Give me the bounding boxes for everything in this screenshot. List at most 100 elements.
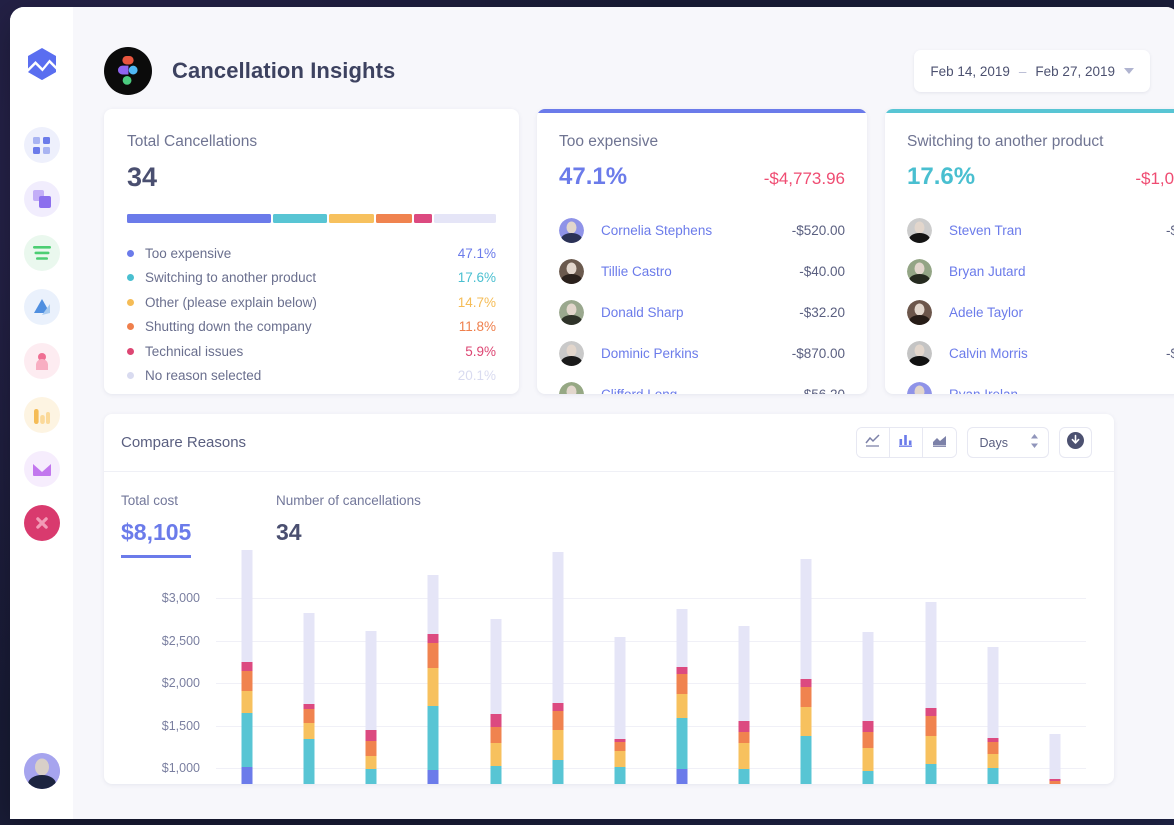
person-row[interactable]: Tillie Castro-$40.00 <box>559 251 845 292</box>
chart-bar <box>739 626 750 784</box>
reason-percentage: 47.1% <box>559 163 627 191</box>
chart-bar-slot[interactable] <box>713 570 775 784</box>
legend-value: 17.6% <box>458 270 496 285</box>
person-name: Clifford Long <box>601 387 677 394</box>
sidebar-item-cancellation-insights[interactable] <box>24 505 60 541</box>
interval-select-value: Days <box>980 436 1008 450</box>
person-row[interactable]: Steven Tran-$52 <box>907 210 1174 251</box>
y-axis-tick: $2,500 <box>162 634 200 648</box>
avatar <box>559 300 584 325</box>
area-chart-button[interactable] <box>923 428 956 457</box>
legend-row[interactable]: Too expensive47.1% <box>127 241 496 266</box>
sidebar-item-forecast[interactable] <box>24 289 60 325</box>
legend-row[interactable]: Other (please explain below)14.7% <box>127 290 496 315</box>
user-avatar[interactable] <box>24 753 60 789</box>
chart-bar-segment <box>925 602 936 708</box>
sidebar-item-dashboard[interactable] <box>24 127 60 163</box>
chart-bar-slot[interactable] <box>1024 570 1086 784</box>
avatar <box>559 382 584 394</box>
chart-bars <box>216 570 1086 784</box>
reason-percentage: 17.6% <box>907 163 975 191</box>
chart-bar-segment <box>863 748 874 771</box>
person-row[interactable]: Bryan Jutard-$4 <box>907 251 1174 292</box>
chart-bar-segment <box>801 707 812 737</box>
chart-bar-segment <box>490 766 501 784</box>
baremetrics-logo-icon[interactable] <box>23 45 61 83</box>
person-row[interactable]: Cornelia Stephens-$520.00 <box>559 210 845 251</box>
person-name: Steven Tran <box>949 223 1022 238</box>
chart-bar-segment <box>242 671 253 691</box>
download-button[interactable] <box>1059 427 1092 458</box>
date-range-picker[interactable]: Feb 14, 2019 – Feb 27, 2019 <box>914 50 1150 92</box>
panel-title: Compare Reasons <box>121 434 246 451</box>
date-range-separator: – <box>1019 64 1027 79</box>
chart-bar-segment <box>366 631 377 730</box>
chart-bar-slot[interactable] <box>402 570 464 784</box>
y-axis-tick: $1,500 <box>162 719 200 733</box>
person-row[interactable]: Dominic Perkins-$870.00 <box>559 333 845 374</box>
avatar <box>559 218 584 243</box>
summary-cards: Total Cancellations 34 Too expensive47.1… <box>73 109 1174 394</box>
chart-bar-slot[interactable] <box>651 570 713 784</box>
chart-bar-segment <box>677 694 688 718</box>
person-name: Ryan Irelan <box>949 387 1018 394</box>
sidebar-item-messages[interactable] <box>24 451 60 487</box>
chart-bar-segment <box>925 736 936 764</box>
chart-bar-slot[interactable] <box>775 570 837 784</box>
person-row[interactable]: Clifford Long-$56.20 <box>559 374 845 394</box>
line-chart-button[interactable] <box>857 428 890 457</box>
chart-bar <box>490 619 501 784</box>
legend-value: 5.9% <box>465 344 496 359</box>
legend-row[interactable]: Switching to another product17.6% <box>127 266 496 291</box>
chart-bar-slot[interactable] <box>589 570 651 784</box>
person-row[interactable]: Ryan Irelan-$5 <box>907 374 1174 394</box>
chart-bar-slot[interactable] <box>837 570 899 784</box>
stat-total-cost[interactable]: Total cost$8,105 <box>121 493 276 558</box>
chart-bar <box>677 609 688 784</box>
chart-bar-segment <box>739 743 750 769</box>
sidebar-item-recover[interactable] <box>24 343 60 379</box>
stat-label: Total cost <box>121 493 276 508</box>
total-cancellations-card: Total Cancellations 34 Too expensive47.1… <box>104 109 519 394</box>
chart-bar-segment <box>490 727 501 743</box>
legend-label: Too expensive <box>145 246 231 261</box>
column-chart-button[interactable] <box>890 428 923 457</box>
chart-bar-segment <box>242 767 253 784</box>
legend-label: Technical issues <box>145 344 243 359</box>
sidebar-item-reports[interactable] <box>24 235 60 271</box>
person-name: Dominic Perkins <box>601 346 699 361</box>
chart-bar-segment <box>614 637 625 739</box>
chart-bar-slot[interactable] <box>278 570 340 784</box>
chart-bar-segment <box>366 756 377 769</box>
chart-bar-segment <box>304 739 315 784</box>
legend-dot-icon <box>127 323 134 330</box>
updown-arrows-icon <box>1030 434 1039 451</box>
person-name: Bryan Jutard <box>949 264 1026 279</box>
avatar <box>907 341 932 366</box>
compare-reasons-chart: $3,000$2,500$2,000$1,500$1,000 <box>104 570 1114 784</box>
grid-squares-icon <box>33 137 50 154</box>
chart-bar-slot[interactable] <box>340 570 402 784</box>
chart-bar-slot[interactable] <box>465 570 527 784</box>
legend-row[interactable]: Shutting down the company11.8% <box>127 315 496 340</box>
legend-row[interactable]: Technical issues 5.9% <box>127 339 496 364</box>
sidebar-item-customers[interactable] <box>24 181 60 217</box>
sidebar-item-benchmarks[interactable] <box>24 397 60 433</box>
chart-bar-slot[interactable] <box>962 570 1024 784</box>
stat-cancellations[interactable]: Number of cancellations34 <box>276 493 431 558</box>
chart-bar-slot[interactable] <box>527 570 589 784</box>
chart-bar-segment <box>1049 734 1060 779</box>
chart-bar-segment <box>366 730 377 741</box>
person-row[interactable]: Donald Sharp-$32.20 <box>559 292 845 333</box>
interval-select[interactable]: Days <box>967 427 1049 458</box>
chart-bar-segment <box>242 550 253 662</box>
chart-bar-slot[interactable] <box>216 570 278 784</box>
close-x-icon <box>34 515 50 531</box>
person-row[interactable]: Adele Taylor-$3 <box>907 292 1174 333</box>
chart-bar-segment <box>428 643 439 669</box>
person-row[interactable]: Calvin Morris-$87 <box>907 333 1174 374</box>
person-icon <box>35 353 49 370</box>
reason-segment <box>329 214 374 223</box>
legend-row[interactable]: No reason selected20.1% <box>127 364 496 389</box>
chart-bar-slot[interactable] <box>900 570 962 784</box>
